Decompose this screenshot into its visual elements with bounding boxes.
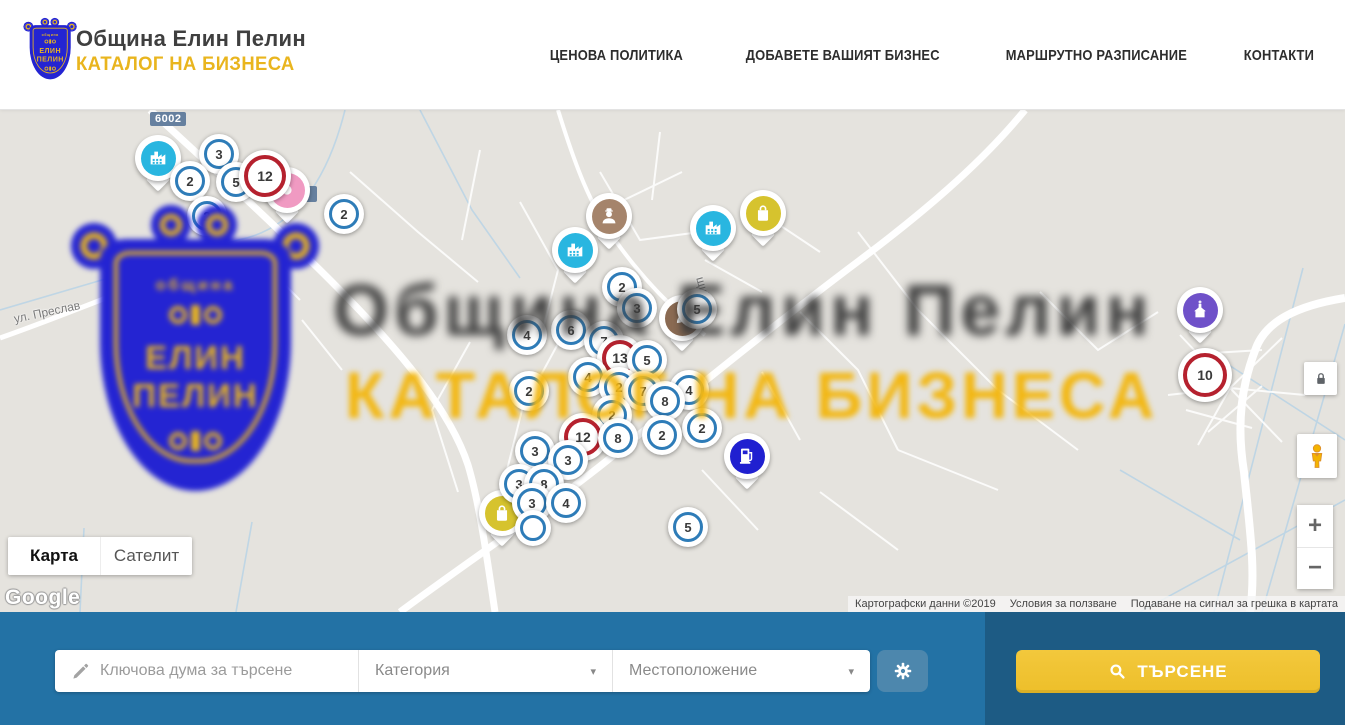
- cluster-marker[interactable]: 2: [682, 408, 722, 448]
- church-icon: [1189, 299, 1211, 321]
- cluster-marker[interactable]: 2: [642, 415, 682, 455]
- advanced-settings-button[interactable]: [877, 650, 928, 692]
- keyword-field-wrap: [55, 650, 358, 692]
- cluster-count: 10: [1183, 353, 1227, 397]
- crest-shield: община ЕЛИН ПЕЛИН: [30, 25, 71, 79]
- cluster-count: 2: [514, 376, 544, 406]
- crest-town-word: община: [42, 33, 59, 37]
- factory-icon: [147, 147, 169, 169]
- cluster-marker[interactable]: 2: [170, 161, 210, 201]
- map-attribution: Картографски данни ©2019 Условия за полз…: [848, 596, 1345, 612]
- cluster-count: 2: [647, 420, 677, 450]
- crest-ornament: [44, 39, 55, 43]
- cluster-count: 2: [329, 199, 359, 229]
- cluster-count: 2: [192, 201, 222, 231]
- cluster-marker[interactable]: 4: [507, 315, 547, 355]
- lock-icon: [1312, 370, 1330, 388]
- location-select[interactable]: Местоположение ▾: [612, 650, 870, 692]
- cluster-marker[interactable]: 2: [187, 196, 227, 236]
- cluster-marker[interactable]: 10: [1178, 348, 1232, 402]
- pin-marker[interactable]: [552, 227, 598, 273]
- search-button[interactable]: ТЪРСЕНЕ: [1016, 650, 1320, 693]
- map-type-toggle: Карта Сателит: [8, 537, 192, 575]
- cluster-count: 2: [175, 166, 205, 196]
- crest-ornament: [44, 66, 55, 70]
- cluster-count: 4: [512, 320, 542, 350]
- site-subtitle: КАТАЛОГ НА БИЗНЕСА: [76, 54, 299, 76]
- nav-item-route-schedule[interactable]: МАРШРУТНО РАЗПИСАНИЕ: [1006, 47, 1187, 64]
- zoom-control: + −: [1297, 505, 1333, 589]
- cluster-marker[interactable]: 5: [668, 507, 708, 547]
- cluster-count: 8: [650, 386, 680, 416]
- brand[interactable]: община ЕЛИН ПЕЛИН Община Елин Пелин КАТА…: [26, 20, 446, 92]
- pencil-icon: [71, 662, 90, 681]
- gear-icon: [892, 660, 914, 682]
- category-select-label: Категория: [375, 662, 450, 680]
- category-select[interactable]: Категория ▾: [358, 650, 612, 692]
- cluster-marker[interactable]: 2: [324, 194, 364, 234]
- cluster-count: 12: [244, 155, 286, 197]
- cluster-count: 5: [673, 512, 703, 542]
- fuel-icon: [736, 445, 758, 467]
- pegman-button[interactable]: [1297, 434, 1337, 478]
- map-markers-layer: 3251222235647135422748222128333834510: [0, 110, 1345, 612]
- google-map[interactable]: ул. Преславбул. „Новоселщи"6002 32512222…: [0, 110, 1345, 612]
- lock-button[interactable]: [1304, 362, 1337, 395]
- cluster-marker[interactable]: 4: [546, 483, 586, 523]
- map-copyright: Картографски данни ©2019: [848, 598, 1003, 610]
- factory-icon: [702, 217, 724, 239]
- search-button-label: ТЪРСЕНЕ: [1137, 662, 1227, 682]
- search-panel: Категория ▾ Местоположение ▾: [0, 612, 1345, 725]
- google-logo[interactable]: Google: [5, 586, 80, 610]
- chevron-down-icon: ▾: [590, 665, 596, 678]
- municipality-crest-logo: община ЕЛИН ПЕЛИН: [26, 20, 74, 80]
- chevron-down-icon: ▾: [848, 665, 854, 678]
- nav-item-contacts[interactable]: КОНТАКТИ: [1244, 47, 1314, 64]
- cluster-count: 4: [551, 488, 581, 518]
- cluster-marker[interactable]: 12: [239, 150, 291, 202]
- pin-marker[interactable]: [724, 433, 770, 479]
- pegman-icon: [1304, 441, 1330, 471]
- location-select-label: Местоположение: [629, 662, 757, 680]
- bag-icon: [752, 202, 774, 224]
- terms-link[interactable]: Условия за ползване: [1003, 598, 1124, 610]
- cluster-count: 6: [556, 315, 586, 345]
- cluster-marker[interactable]: [515, 510, 551, 546]
- report-error-link[interactable]: Подаване на сигнал за грешка в картата: [1124, 598, 1345, 610]
- cluster-count: 3: [520, 436, 550, 466]
- pin-marker[interactable]: [690, 205, 736, 251]
- zoom-out-button[interactable]: −: [1297, 548, 1333, 590]
- cluster-marker[interactable]: 8: [598, 418, 638, 458]
- search-icon: [1108, 662, 1127, 681]
- pin-marker[interactable]: [740, 190, 786, 236]
- zoom-in-button[interactable]: +: [1297, 505, 1333, 548]
- crest-name-line2: ПЕЛИН: [37, 55, 64, 63]
- pin-marker[interactable]: [586, 193, 632, 239]
- keyword-search-input[interactable]: [100, 662, 330, 680]
- header: община ЕЛИН ПЕЛИН Община Елин Пелин КАТА…: [0, 0, 1345, 110]
- main-nav: ЦЕНОВА ПОЛИТИКА ДОБАВЕТЕ ВАШИЯТ БИЗНЕС М…: [539, 0, 1320, 110]
- bag-icon: [491, 502, 513, 524]
- search-fields: Категория ▾ Местоположение ▾: [55, 650, 870, 692]
- crest-name-line1: ЕЛИН: [39, 47, 61, 55]
- nav-item-pricing[interactable]: ЦЕНОВА ПОЛИТИКА: [550, 47, 683, 64]
- map-type-satellite-button[interactable]: Сателит: [100, 537, 192, 575]
- cluster-count: [520, 515, 546, 541]
- factory-icon: [564, 239, 586, 261]
- cluster-count: 2: [687, 413, 717, 443]
- pin-marker[interactable]: [1177, 287, 1223, 333]
- cluster-count: 5: [682, 294, 712, 324]
- cluster-marker[interactable]: 5: [677, 289, 717, 329]
- site-title: Община Елин Пелин: [76, 26, 306, 52]
- cluster-marker[interactable]: 2: [509, 371, 549, 411]
- map-type-map-button[interactable]: Карта: [8, 537, 100, 575]
- cluster-count: 3: [622, 293, 652, 323]
- cluster-marker[interactable]: 3: [617, 288, 657, 328]
- worker-icon: [598, 205, 620, 227]
- nav-item-add-business[interactable]: ДОБАВЕТЕ ВАШИЯТ БИЗНЕС: [746, 47, 940, 64]
- cluster-count: 8: [603, 423, 633, 453]
